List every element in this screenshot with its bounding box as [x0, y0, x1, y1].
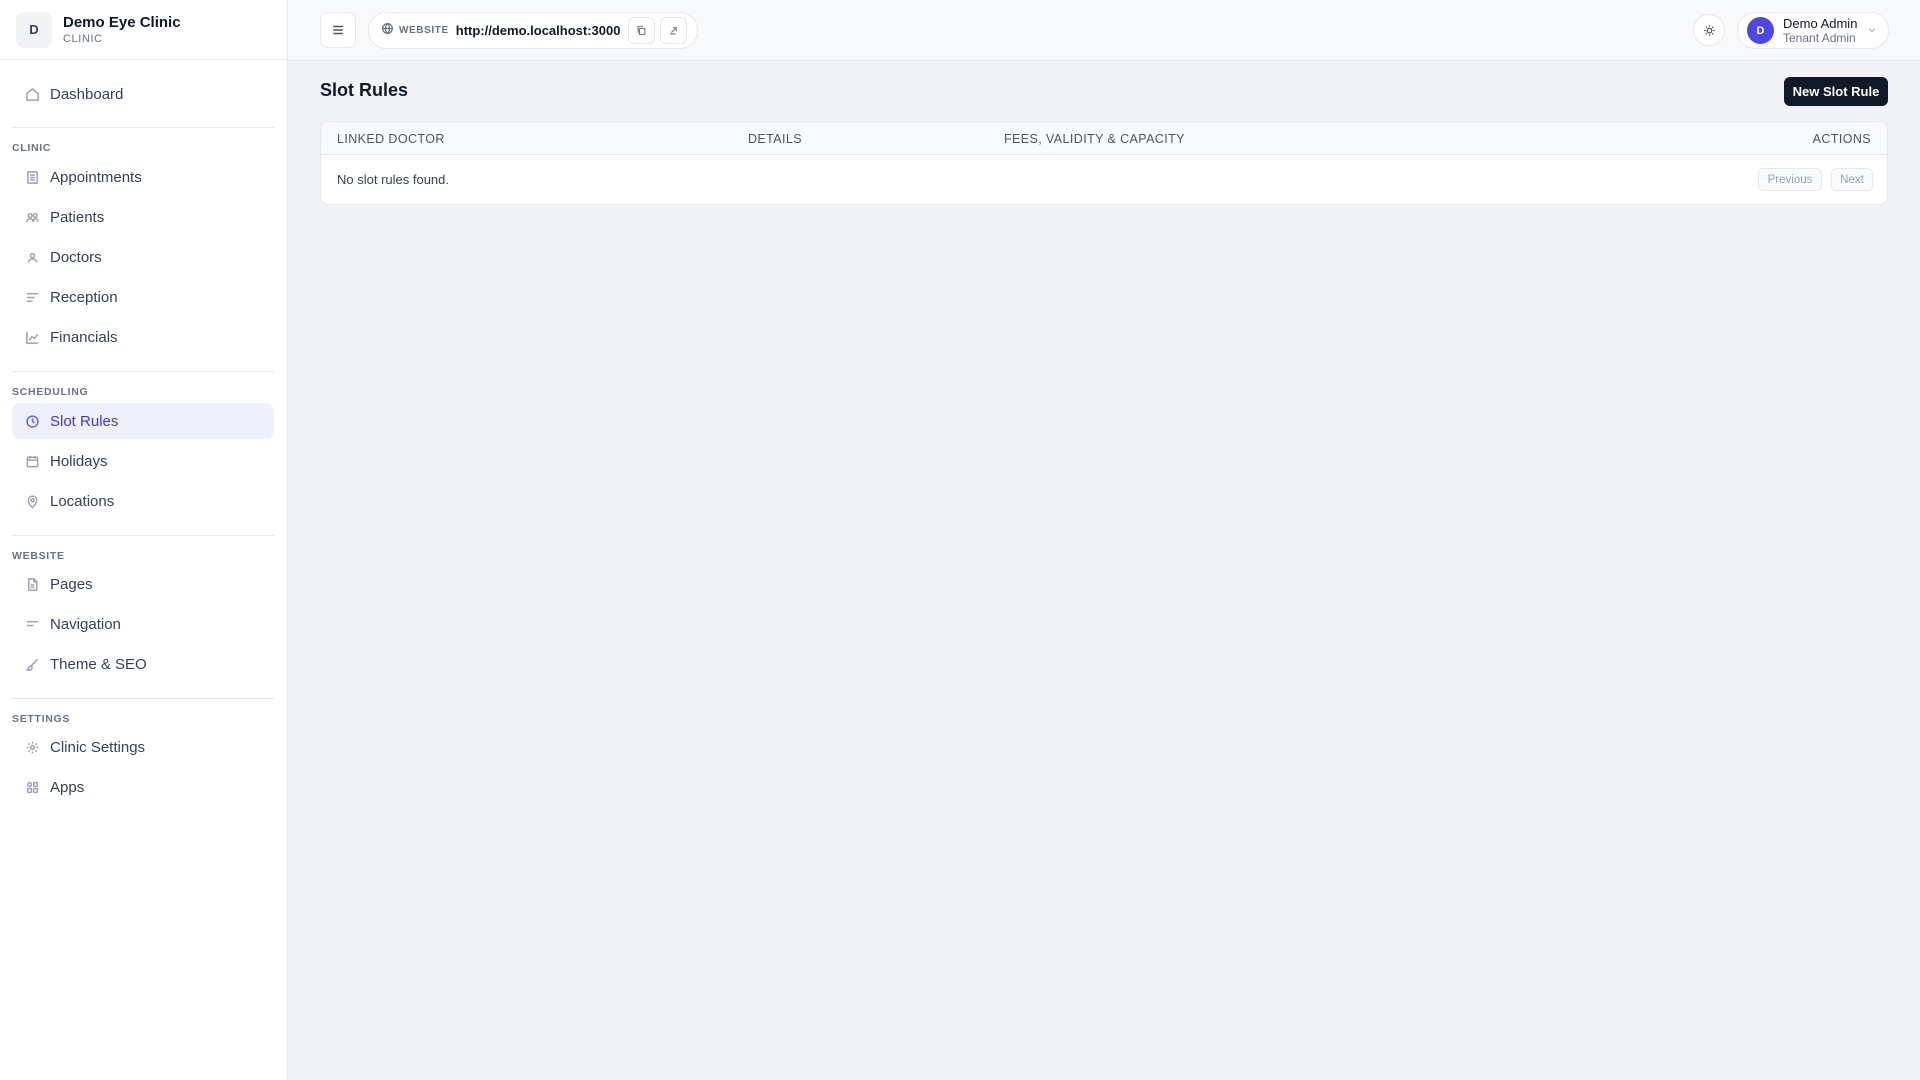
empty-state-message: No slot rules found. — [337, 172, 450, 187]
previous-page-button[interactable]: Previous — [1758, 168, 1822, 191]
brand-header[interactable]: D Demo Eye Clinic CLINIC — [0, 0, 287, 60]
sidebar-item-appointments[interactable]: Appointments — [12, 159, 274, 195]
sidebar-item-theme-seo[interactable]: Theme & SEO — [12, 646, 274, 682]
document-list-icon — [25, 170, 40, 185]
sidebar-item-apps[interactable]: Apps — [12, 769, 274, 805]
column-header-fees-validity-capacity[interactable]: FEES, VALIDITY & CAPACITY — [1004, 132, 1185, 146]
brush-icon — [25, 657, 40, 672]
chevron-down-icon — [1867, 22, 1877, 40]
slot-rules-table: LINKED DOCTOR DETAILS FEES, VALIDITY & C… — [320, 121, 1888, 205]
sidebar-item-label: Clinic Settings — [50, 738, 146, 756]
sidebar-item-label: Apps — [50, 778, 85, 796]
apps-grid-icon — [25, 780, 40, 795]
copy-url-button[interactable] — [628, 17, 656, 44]
column-header-details[interactable]: DETAILS — [748, 132, 802, 146]
calendar-icon — [25, 454, 40, 469]
sidebar-item-patients[interactable]: Patients — [12, 199, 274, 235]
hamburger-icon — [333, 25, 343, 35]
sidebar-item-label: Holidays — [50, 452, 108, 470]
column-header-linked-doctor[interactable]: LINKED DOCTOR — [337, 132, 445, 146]
sidebar: D Demo Eye Clinic CLINIC Dashboard CLINI… — [0, 0, 288, 1080]
section-label-website: WEBSITE — [12, 550, 65, 562]
map-pin-icon — [25, 494, 40, 509]
sidebar-divider — [12, 371, 274, 372]
chart-line-icon — [25, 330, 40, 345]
sidebar-item-label: Appointments — [50, 168, 142, 186]
sidebar-item-doctors[interactable]: Doctors — [12, 239, 274, 275]
sidebar-item-slot-rules[interactable]: Slot Rules — [12, 403, 274, 439]
sun-icon — [1703, 24, 1715, 36]
website-url-pill: WEBSITE http://demo.localhost:3000 — [368, 12, 698, 49]
sidebar-item-dashboard[interactable]: Dashboard — [12, 76, 274, 112]
page-title: Slot Rules — [320, 80, 409, 100]
sidebar-item-navigation[interactable]: Navigation — [12, 606, 274, 642]
menu-lines-icon — [25, 617, 40, 632]
user-role: Tenant Admin — [1783, 30, 1856, 45]
file-icon — [25, 577, 40, 592]
section-label-scheduling: SCHEDULING — [12, 386, 89, 398]
open-website-button[interactable] — [660, 17, 688, 44]
sidebar-item-label: Financials — [50, 328, 118, 346]
sidebar-item-locations[interactable]: Locations — [12, 483, 274, 519]
sidebar-divider — [12, 698, 274, 699]
new-slot-rule-button[interactable]: New Slot Rule — [1784, 77, 1888, 106]
copy-icon — [637, 25, 646, 36]
gear-icon — [25, 740, 40, 755]
brand-name: Demo Eye Clinic — [63, 13, 181, 31]
sidebar-item-label: Theme & SEO — [50, 655, 147, 673]
column-header-actions: ACTIONS — [1812, 132, 1871, 146]
brand-avatar: D — [16, 11, 52, 48]
sidebar-item-label: Pages — [50, 575, 93, 593]
section-label-clinic: CLINIC — [12, 142, 52, 154]
user-name: Demo Admin — [1783, 15, 1858, 31]
sidebar-item-pages[interactable]: Pages — [12, 566, 274, 602]
home-icon — [25, 87, 40, 102]
sidebar-item-label: Navigation — [50, 615, 121, 633]
sidebar-divider — [12, 127, 274, 128]
user-menu-button[interactable]: D Demo Admin Tenant Admin — [1737, 12, 1889, 49]
sidebar-item-reception[interactable]: Reception — [12, 279, 274, 315]
globe-icon — [381, 22, 394, 40]
sidebar-item-clinic-settings[interactable]: Clinic Settings — [12, 729, 274, 765]
sidebar-item-holidays[interactable]: Holidays — [12, 443, 274, 479]
sidebar-item-financials[interactable]: Financials — [12, 319, 274, 355]
website-label: WEBSITE — [399, 25, 449, 36]
sidebar-item-label: Slot Rules — [50, 412, 119, 430]
topbar: WEBSITE http://demo.localhost:3000 D Dem… — [288, 0, 1920, 61]
sidebar-item-label: Doctors — [50, 248, 102, 266]
sidebar-item-label: Patients — [50, 208, 105, 226]
menu-toggle-button[interactable] — [320, 12, 356, 48]
sidebar-item-label: Dashboard — [50, 85, 124, 103]
lines-icon — [25, 290, 40, 305]
table-header: LINKED DOCTOR DETAILS FEES, VALIDITY & C… — [321, 122, 1887, 155]
website-url[interactable]: http://demo.localhost:3000 — [456, 23, 621, 38]
sidebar-divider — [12, 535, 274, 536]
next-page-button[interactable]: Next — [1831, 168, 1873, 191]
external-link-icon — [670, 27, 678, 35]
users-icon — [25, 210, 40, 225]
theme-toggle-button[interactable] — [1693, 14, 1725, 46]
avatar: D — [1747, 17, 1774, 44]
sidebar-item-label: Locations — [50, 492, 115, 510]
user-icon — [25, 250, 40, 265]
section-label-settings: SETTINGS — [12, 713, 71, 725]
clock-icon — [25, 414, 40, 429]
brand-subtitle: CLINIC — [63, 32, 103, 45]
sidebar-item-label: Reception — [50, 288, 118, 306]
